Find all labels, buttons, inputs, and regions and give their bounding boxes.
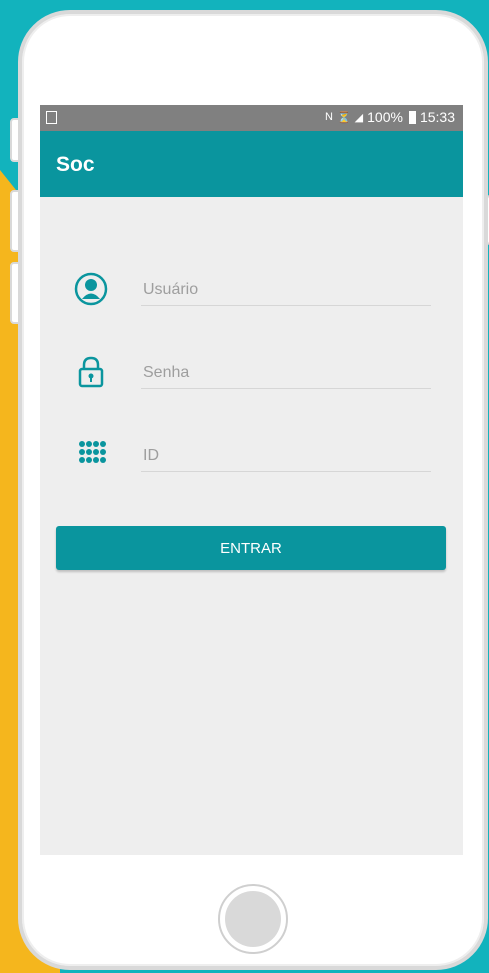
id-input[interactable]: ID xyxy=(141,441,431,472)
status-time: 15:33 xyxy=(419,109,455,125)
password-field-row: Senha xyxy=(40,355,463,405)
id-field-row: ID xyxy=(40,438,463,488)
username-field-row: Usuário xyxy=(40,272,463,322)
keypad-icon xyxy=(79,441,106,463)
home-button-inner xyxy=(225,891,281,947)
app-title: Soc xyxy=(56,153,95,176)
status-bar: N ⏳ ◢ 100% 15:33 xyxy=(40,105,463,131)
app-screen: N ⏳ ◢ 100% 15:33 Soc Usuário Senha ID EN… xyxy=(40,105,463,855)
alarm-icon: ⏳ xyxy=(336,111,351,124)
signal-icon: ◢ xyxy=(354,111,364,124)
password-input[interactable]: Senha xyxy=(141,358,431,389)
app-bar: Soc xyxy=(40,131,463,197)
home-button[interactable] xyxy=(218,884,288,954)
lock-icon xyxy=(78,356,104,388)
status-bar-right: N ⏳ ◢ 100% 15:33 xyxy=(325,109,455,125)
gallery-notification-icon xyxy=(46,111,57,124)
username-input[interactable]: Usuário xyxy=(141,275,431,306)
battery-icon xyxy=(408,110,416,124)
user-icon xyxy=(74,272,108,306)
battery-percent: 100% xyxy=(367,109,403,125)
nfc-icon: N xyxy=(325,111,333,123)
login-button[interactable]: ENTRAR xyxy=(56,526,446,570)
